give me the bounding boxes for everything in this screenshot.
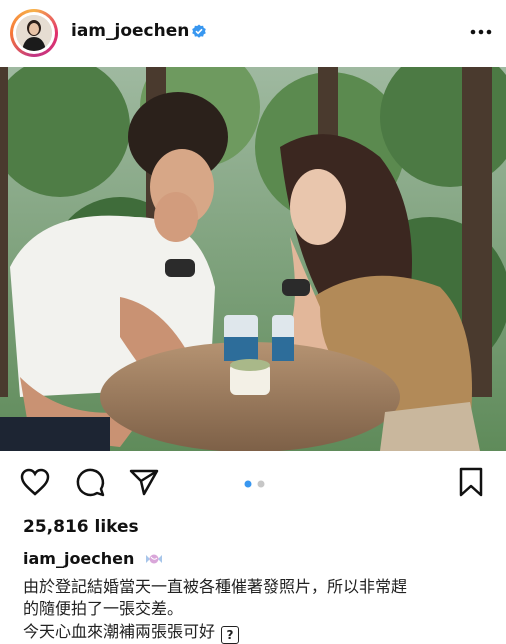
action-bar <box>0 458 506 508</box>
caption-line-3: 今天心血來潮補兩張張可好? <box>23 618 240 644</box>
caption-username[interactable]: iam_joechen <box>23 549 134 568</box>
verified-badge-icon <box>192 24 206 38</box>
avatar-image <box>16 15 52 51</box>
avatar[interactable] <box>10 9 58 57</box>
post-username[interactable]: iam_joechen <box>71 21 189 41</box>
carousel-indicator <box>244 480 265 488</box>
post-header: iam_joechen <box>0 0 506 64</box>
bookmark-icon[interactable] <box>455 466 487 498</box>
likes-count[interactable]: 25,816 likes <box>23 517 139 537</box>
candy-emoji-icon <box>146 554 162 564</box>
carousel-dot-active <box>244 480 252 488</box>
send-icon[interactable] <box>128 466 160 498</box>
caption-line-2: 的隨便拍了一張交差。 <box>23 599 184 618</box>
post-image[interactable] <box>0 67 506 451</box>
heart-icon[interactable] <box>19 466 51 498</box>
caption-line-3-text: 今天心血來潮補兩張張可好 <box>23 622 216 641</box>
comment-icon[interactable] <box>74 466 106 498</box>
caption-line-1: 由於登記結婚當天一直被各種催著發照片，所以非常趕 <box>23 577 408 596</box>
more-options-icon[interactable] <box>468 22 494 42</box>
question-box-icon: ? <box>221 626 240 644</box>
carousel-dot <box>257 480 265 488</box>
